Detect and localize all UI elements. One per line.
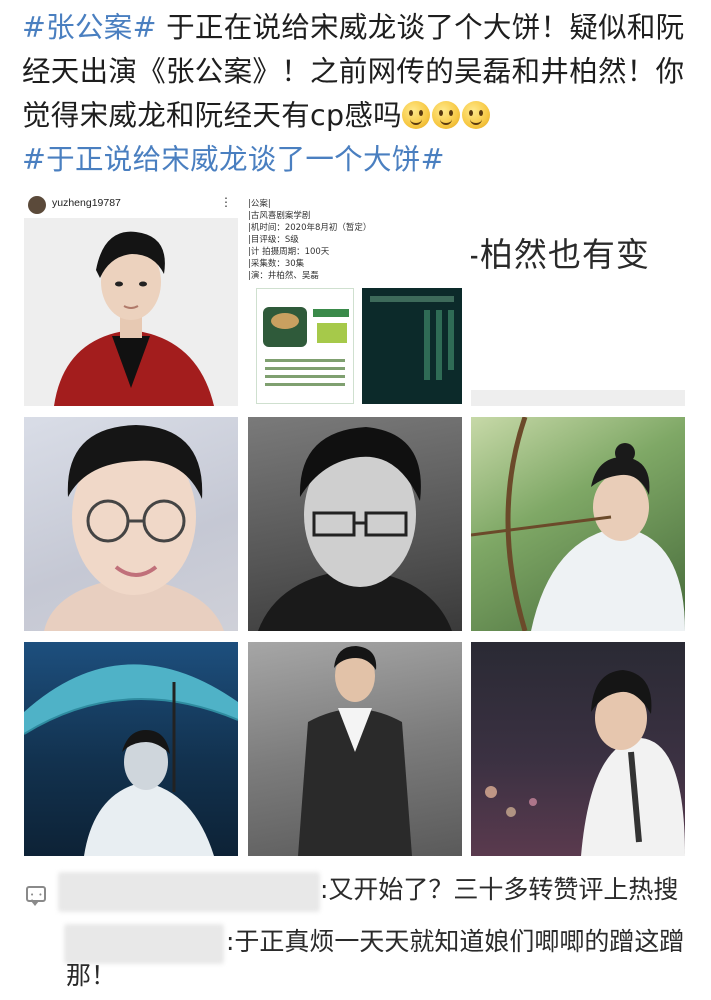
portrait-illustration bbox=[298, 646, 412, 856]
poster-green-illustration bbox=[263, 307, 349, 386]
redacted-username bbox=[58, 872, 320, 912]
portrait-illustration bbox=[44, 425, 224, 631]
doc-line: |公案| bbox=[248, 199, 271, 209]
portrait-illustration bbox=[24, 218, 238, 406]
image-tile-archer-still[interactable] bbox=[471, 417, 685, 631]
project-info-list: |公案| |古风喜剧案学剧 |机时间：2020年8月初（暂定） |目评级：S级 … bbox=[248, 198, 371, 282]
thinking-face-icon bbox=[461, 101, 490, 129]
poster-dark bbox=[362, 288, 462, 404]
thinking-face-icon bbox=[401, 101, 430, 129]
doc-line: |计 拍摄周期：100天 bbox=[248, 247, 330, 257]
image-tile-bw-portrait[interactable] bbox=[248, 417, 462, 631]
more-icon: ⋮ bbox=[220, 195, 232, 209]
divider bbox=[471, 390, 685, 406]
doc-line: |目评级：S级 bbox=[248, 235, 299, 245]
snippet-text: -柏然也有变 bbox=[471, 235, 650, 274]
comment-icon[interactable]: • • • bbox=[26, 886, 46, 906]
post-text: #张公案# 于正在说给宋威龙谈了个大饼！疑似和阮经天出演《张公案》！之前网传的吴… bbox=[22, 6, 697, 182]
doc-line: |演：井柏然、吴磊 bbox=[248, 271, 319, 281]
instagram-header: yuzheng19787 ⋮ bbox=[24, 192, 238, 218]
image-tile-night-portrait[interactable] bbox=[471, 642, 685, 856]
umbrella-illustration bbox=[24, 664, 238, 856]
comments-section: • • • :又开始了？三十多转赞评上热搜 :于正真烦一天天就知道娘们唧唧的蹭这… bbox=[0, 866, 711, 1000]
image-tile-text-snippet[interactable]: -柏然也有变 bbox=[471, 192, 685, 406]
doc-line: |古风喜剧案学剧 bbox=[248, 211, 311, 221]
comment-text: :又开始了？三十多转赞评上热搜 bbox=[320, 875, 679, 904]
doc-line: |采集数：30集 bbox=[248, 259, 305, 269]
hashtag-link[interactable]: #于正说给宋威龙谈了一个大饼# bbox=[22, 143, 445, 176]
comment-text-continued: 那！ bbox=[66, 961, 117, 990]
image-tile-umbrella-still[interactable] bbox=[24, 642, 238, 856]
portrait-illustration bbox=[258, 427, 452, 631]
avatar bbox=[28, 196, 46, 214]
instagram-username: yuzheng19787 bbox=[52, 197, 121, 209]
image-grid: yuzheng19787 ⋮ |公案| |古风喜剧案学剧 |机时间：2020年8… bbox=[24, 192, 688, 858]
image-tile-instagram-portrait[interactable]: yuzheng19787 ⋮ bbox=[24, 192, 238, 406]
image-tile-project-document[interactable]: |公案| |古风喜剧案学剧 |机时间：2020年8月初（暂定） |目评级：S级 … bbox=[248, 192, 462, 406]
thinking-face-icon bbox=[431, 101, 460, 129]
hashtag-link[interactable]: #张公案# bbox=[22, 11, 157, 44]
poster-green bbox=[256, 288, 354, 404]
archer-illustration bbox=[471, 417, 685, 631]
comment-text: :于正真烦一天天就知道娘们唧唧的蹭这蹭 bbox=[226, 927, 685, 956]
doc-line: |机时间：2020年8月初（暂定） bbox=[248, 223, 372, 233]
poster-dark-illustration bbox=[370, 296, 454, 380]
portrait-illustration bbox=[485, 670, 685, 856]
image-tile-suit-portrait[interactable] bbox=[248, 642, 462, 856]
image-tile-glasses-portrait[interactable] bbox=[24, 417, 238, 631]
